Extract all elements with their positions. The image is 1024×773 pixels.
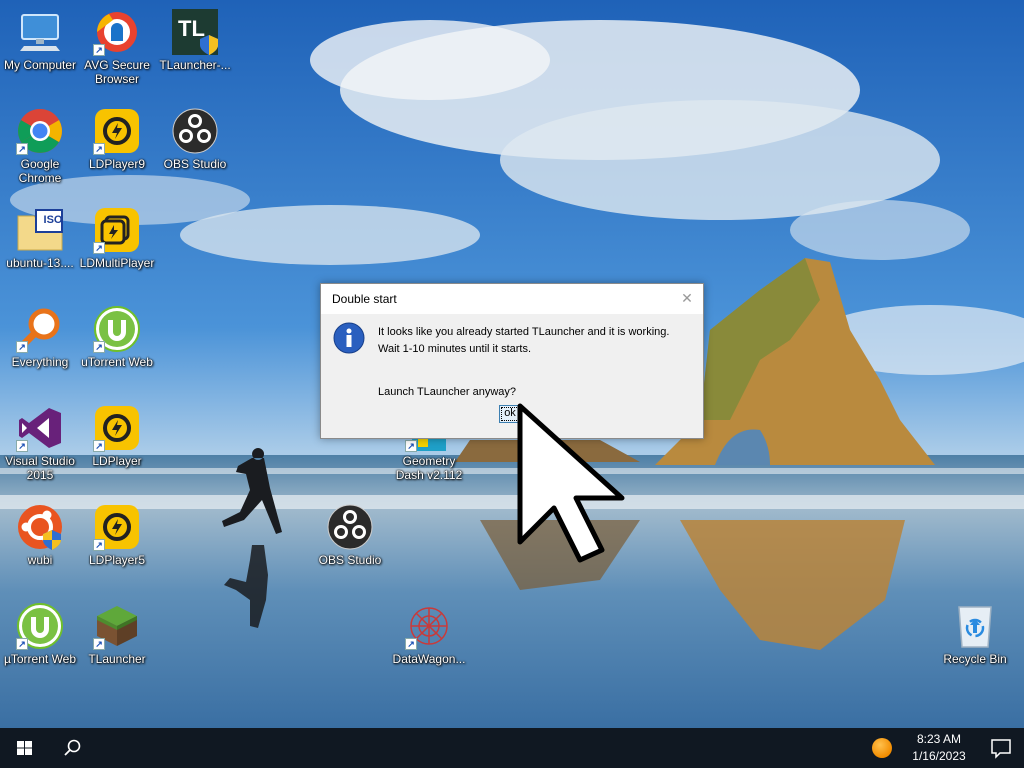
ldplayer-icon: ↗ [93, 503, 141, 551]
shortcut-arrow-icon: ↗ [16, 440, 28, 452]
double-start-dialog: Double start ✕ It looks like you already… [320, 283, 704, 439]
computer-icon [16, 8, 64, 56]
icon-label: Everything [11, 355, 69, 369]
desktop-icon-google-chrome[interactable]: ↗ Google Chrome [0, 101, 80, 185]
clock-time: 8:23 AM [916, 732, 962, 746]
icon-label: My Computer [3, 58, 77, 72]
visual-studio-icon: ↗ [16, 404, 64, 452]
ldplayer-icon: ↗ [93, 404, 141, 452]
shortcut-arrow-icon: ↗ [16, 143, 28, 155]
info-icon [333, 322, 365, 354]
icon-label: uTorrent Web [81, 355, 153, 369]
chrome-icon: ↗ [16, 107, 64, 155]
icon-label: AVG Secure Browser [84, 58, 150, 86]
icon-label: wubi [27, 553, 53, 567]
desktop-icon-tlauncher[interactable]: ↗ TLauncher [77, 596, 157, 666]
taskbar-clock[interactable]: 8:23 AM 1/16/2023 [900, 731, 978, 765]
desktop-icon-my-computer[interactable]: My Computer [0, 2, 80, 72]
ldmultiplayer-icon: ↗ [93, 206, 141, 254]
icon-label: TLauncher-... [159, 58, 231, 72]
icon-label: OBS Studio [318, 553, 382, 567]
shortcut-arrow-icon: ↗ [93, 143, 105, 155]
icon-label: LDPlayer5 [88, 553, 146, 567]
shortcut-arrow-icon: ↗ [93, 242, 105, 254]
start-button[interactable] [0, 728, 48, 768]
shortcut-arrow-icon: ↗ [93, 638, 105, 650]
desktop-icon-ldplayer9[interactable]: ↗ LDPlayer9 [77, 101, 157, 171]
dialog-question: Launch TLauncher anyway? [378, 386, 517, 398]
iso-file-icon: ISO [16, 206, 64, 254]
search-icon [64, 739, 81, 756]
desktop-icon-ldmultiplayer[interactable]: ↗ LDMultiPlayer [77, 200, 157, 270]
avg-browser-icon: ↗ [93, 8, 141, 56]
icon-label: Geometry Dash v2.112 [395, 454, 463, 482]
dialog-title: Double start [332, 292, 397, 306]
ubuntu-wubi-icon [16, 503, 64, 551]
close-icon[interactable]: ✕ [671, 284, 703, 314]
desktop-icon-obs-studio[interactable]: OBS Studio [155, 101, 235, 171]
shortcut-arrow-icon: ↗ [93, 539, 105, 551]
shortcut-arrow-icon: ↗ [93, 440, 105, 452]
icon-label: LDPlayer [92, 454, 142, 468]
shortcut-arrow-icon: ↗ [405, 638, 417, 650]
shortcut-arrow-icon: ↗ [93, 341, 105, 353]
minecraft-grass-block-icon: ↗ [93, 602, 141, 650]
icon-label: Recycle Bin [943, 652, 1007, 666]
search-button[interactable] [48, 728, 96, 768]
clock-date: 1/16/2023 [912, 749, 966, 763]
icon-label: µTorrent Web [3, 652, 77, 666]
icon-label: LDPlayer9 [88, 157, 146, 171]
desktop-icon-utorrent-web-2[interactable]: ↗ µTorrent Web [0, 596, 80, 666]
obs-icon [326, 503, 374, 551]
icon-label: TLauncher [88, 652, 146, 666]
dialog-message-line1: It looks like you already started TLaunc… [378, 326, 670, 338]
obs-icon [171, 107, 219, 155]
everything-search-icon: ↗ [16, 305, 64, 353]
dialog-message: It looks like you already started TLaunc… [378, 324, 669, 358]
dialog-message-line2: Wait 1-10 minutes until it starts. [378, 343, 532, 355]
desktop-icon-recycle-bin[interactable]: Recycle Bin [935, 596, 1015, 666]
datawagon-icon: ↗ [405, 602, 453, 650]
desktop-icon-visual-studio-2015[interactable]: ↗ Visual Studio 2015 [0, 398, 80, 482]
desktop-icon-obs-studio-2[interactable]: OBS Studio [310, 497, 390, 567]
desktop-icon-ubuntu-iso[interactable]: ISO ubuntu-13.... [0, 200, 80, 270]
shortcut-arrow-icon: ↗ [16, 341, 28, 353]
tray-app-icon[interactable] [872, 738, 892, 758]
icon-label: Google Chrome [18, 157, 62, 185]
action-center-icon [991, 739, 1011, 759]
tlauncher-installer-icon: TL [171, 8, 219, 56]
dialog-titlebar[interactable]: Double start ✕ [321, 284, 703, 314]
ldplayer-icon: ↗ [93, 107, 141, 155]
icon-label: DataWagon... [392, 652, 466, 666]
recycle-bin-icon [951, 602, 999, 650]
icon-label: ubuntu-13.... [6, 256, 74, 270]
desktop-icon-ldplayer5[interactable]: ↗ LDPlayer5 [77, 497, 157, 567]
utorrent-icon: ↗ [16, 602, 64, 650]
icon-label: LDMultiPlayer [79, 256, 155, 270]
desktop-icon-avg-secure-browser[interactable]: ↗ AVG Secure Browser [77, 2, 157, 86]
desktop-icon-wubi[interactable]: wubi [0, 497, 80, 567]
shortcut-arrow-icon: ↗ [16, 638, 28, 650]
desktop-icon-everything[interactable]: ↗ Everything [0, 299, 80, 369]
desktop-icon-ldplayer[interactable]: ↗ LDPlayer [77, 398, 157, 468]
iso-badge-text: ISO [43, 214, 63, 226]
desktop-icon-tlauncher-installer[interactable]: TL TLauncher-... [155, 2, 235, 72]
utorrent-icon: ↗ [93, 305, 141, 353]
shortcut-arrow-icon: ↗ [405, 440, 417, 452]
icon-label: OBS Studio [163, 157, 227, 171]
desktop-icon-utorrent-web[interactable]: ↗ uTorrent Web [77, 299, 157, 369]
windows-logo-icon [17, 741, 32, 755]
ok-button[interactable]: ok [499, 405, 521, 423]
icon-label: Visual Studio 2015 [5, 454, 75, 482]
desktop-icon-datawagon[interactable]: ↗ DataWagon... [389, 596, 469, 666]
taskbar: 8:23 AM 1/16/2023 [0, 728, 1024, 768]
notifications-button[interactable] [978, 728, 1024, 768]
shortcut-arrow-icon: ↗ [93, 44, 105, 56]
